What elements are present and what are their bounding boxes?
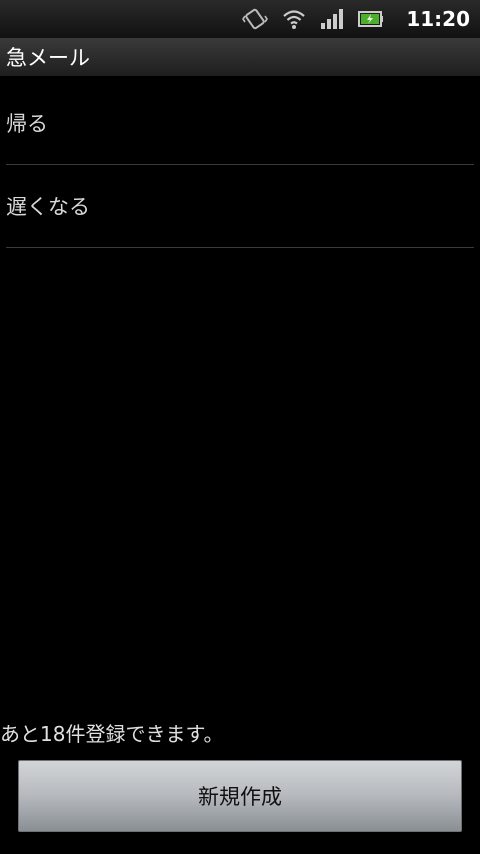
- remaining-count-text: あと18件登録できます。: [0, 722, 224, 746]
- new-create-button-label: 新規作成: [198, 785, 282, 809]
- new-create-button[interactable]: 新規作成: [18, 760, 462, 832]
- list-item[interactable]: 帰る: [6, 82, 474, 165]
- status-bar: 11:20: [0, 0, 480, 38]
- vibrate-icon: [242, 6, 269, 32]
- mail-list: 帰る 遅くなる: [6, 82, 474, 248]
- battery-charging-icon: [358, 9, 384, 29]
- list-item[interactable]: 遅くなる: [6, 165, 474, 248]
- list-item-label: 遅くなる: [6, 195, 90, 219]
- wifi-icon: [282, 8, 306, 30]
- page-title: 急メール: [6, 46, 90, 70]
- list-item-label: 帰る: [6, 112, 48, 136]
- title-bar: 急メール: [0, 38, 480, 76]
- signal-icon: [320, 8, 344, 30]
- status-clock: 11:20: [406, 7, 470, 31]
